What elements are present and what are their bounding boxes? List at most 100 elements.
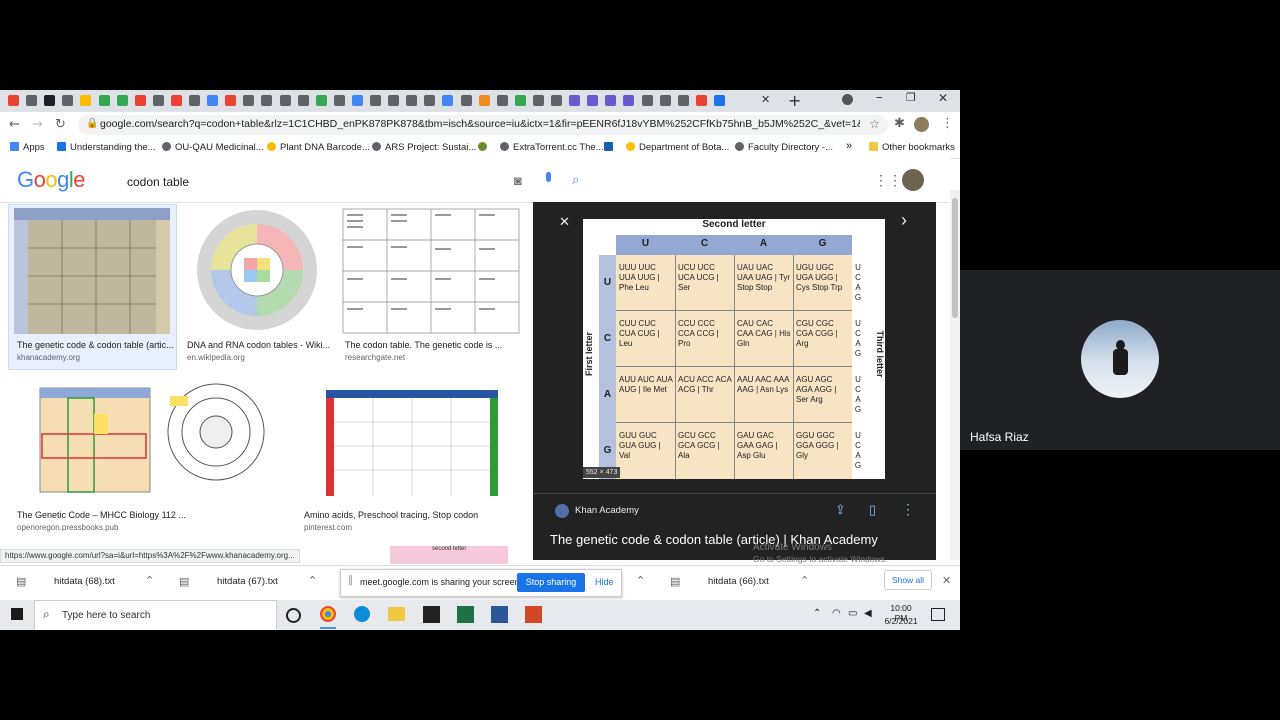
tab-favicon-icon[interactable] [116,95,128,106]
tab-favicon-icon[interactable] [659,95,671,106]
tab-favicon-icon[interactable] [569,95,581,106]
tab-favicon-icon[interactable] [351,95,363,106]
new-tab-button[interactable]: + [788,91,801,110]
taskbar-date[interactable]: 6/2/2021 [883,616,919,626]
tray-chevron-icon[interactable]: ⌃ [813,608,821,619]
stop-sharing-button[interactable]: Stop sharing [517,573,585,592]
tab-favicon-icon[interactable] [442,95,454,106]
notifications-icon[interactable] [931,608,945,621]
windows-start-icon[interactable] [11,608,23,620]
tab-favicon-icon[interactable] [225,95,237,106]
account-avatar[interactable] [902,169,924,191]
preview-next-icon[interactable]: › [901,210,907,231]
tab-favicon-icon[interactable] [152,95,164,106]
bookmark-item[interactable] [478,142,491,153]
omnibox[interactable]: 🔒 google.com/search?q=codon+table&rlz=1C… [78,115,888,135]
profile-avatar[interactable] [914,117,929,132]
preview-title[interactable]: The genetic code & codon table (article)… [550,532,935,547]
tab-favicon-icon[interactable] [677,95,689,106]
back-icon[interactable]: ← [9,117,20,132]
result-thumbnail[interactable] [302,378,520,504]
excel-icon[interactable] [457,606,474,623]
google-apps-icon[interactable]: ⋮⋮ [874,172,902,189]
result-caption[interactable]: Amino acids, Preschool tracing, Stop cod… [304,510,478,520]
bookmark-item[interactable]: Plant DNA Barcode... [267,142,370,153]
tab-favicon-icon[interactable] [370,95,381,106]
preview-source-name[interactable]: Khan Academy [575,505,639,516]
microphone-icon[interactable] [546,172,551,182]
result-thumbnail[interactable] [14,378,287,504]
more-options-icon[interactable]: ⋮ [901,501,915,518]
bookmark-item[interactable]: ARS Project: Sustai... [372,142,476,153]
tab-favicon-icon[interactable] [388,95,400,106]
search-box[interactable]: codon table ◙ ⌕ [114,168,598,196]
tab-favicon-icon[interactable] [134,95,146,106]
tab-favicon-icon[interactable] [605,95,617,106]
file-explorer-icon[interactable] [388,607,405,621]
extensions-icon[interactable]: ✱ [894,116,905,131]
scrollbar-thumb[interactable] [952,198,958,318]
page-scrollbar[interactable] [950,190,960,560]
bookmark-item[interactable]: Department of Bota... [626,142,729,153]
word-icon[interactable] [491,606,508,623]
search-icon[interactable]: ⌕ [572,172,579,188]
tab-favicon-icon[interactable] [8,95,19,106]
window-close-icon[interactable]: ✕ [938,91,948,105]
battery-icon[interactable]: ▭ [848,608,857,619]
tab-favicon-icon[interactable] [406,95,418,106]
result-thumbnail[interactable] [187,208,329,334]
hide-button[interactable]: Hide [595,577,614,587]
bookmark-item[interactable]: ExtraTorrent.cc The... [500,142,604,153]
tab-favicon-icon[interactable] [315,95,327,106]
google-logo[interactable]: Google [17,167,86,193]
chevron-up-icon[interactable]: ⌃ [636,574,645,587]
codon-table-image[interactable]: Second letter First letter Third letter … [583,219,885,479]
tab-favicon-icon[interactable] [62,95,74,106]
tab-favicon-icon[interactable] [424,95,436,106]
tab-favicon-icon[interactable] [587,95,599,106]
drag-handle-icon[interactable]: ∥ [348,575,353,586]
share-icon[interactable]: ⇪ [835,502,846,518]
bookmark-item[interactable]: Faculty Directory -... [735,142,833,153]
tab-favicon-icon[interactable] [261,95,273,106]
result-caption[interactable]: The codon table. The genetic code is ... [345,340,502,350]
bookmark-item[interactable] [604,142,617,153]
result-caption[interactable]: The Genetic Code – MHCC Biology 112 ... [17,510,186,520]
minimize-icon[interactable]: – [876,90,883,105]
tab-favicon-icon[interactable] [460,95,472,106]
result-thumbnail[interactable] [14,208,170,334]
tab-favicon-icon[interactable] [623,95,635,106]
tab-favicon-icon[interactable] [44,95,56,106]
result-thumbnail[interactable] [342,208,520,334]
bookmark-item[interactable]: Understanding the... [57,142,156,153]
result-caption[interactable]: DNA and RNA codon tables - Wiki... [187,340,330,350]
tab-favicon-icon[interactable] [641,95,653,106]
download-item[interactable]: hitdata (67).txt [217,576,278,587]
save-bookmark-icon[interactable]: ▯ [869,502,876,518]
edge-icon[interactable] [354,606,370,622]
tab-favicon-icon[interactable] [713,95,725,106]
close-tab-icon[interactable]: ✕ [761,93,770,106]
bookmark-item[interactable]: OU-QAU Medicinal... [162,142,264,153]
camera-icon[interactable]: ◙ [514,173,522,188]
cortana-icon[interactable] [286,608,301,623]
other-bookmarks[interactable]: Other bookmarks [869,142,955,153]
tab-favicon-icon[interactable] [80,95,92,106]
powerpoint-icon[interactable] [525,606,542,623]
tab-favicon-icon[interactable] [26,95,38,106]
network-icon[interactable]: ◠ [832,608,841,619]
tab-favicon-icon[interactable] [333,95,345,106]
bookmarks-overflow[interactable]: » [846,140,852,152]
tab-favicon-icon[interactable] [207,95,219,106]
search-input[interactable]: codon table [127,175,189,189]
close-downloads-icon[interactable]: ✕ [942,574,951,587]
tab-favicon-icon[interactable] [514,95,526,106]
chevron-up-icon[interactable]: ⌃ [308,574,317,587]
tab-favicon-icon[interactable] [189,95,200,106]
menu-icon[interactable]: ⋮ [941,116,954,131]
tab-favicon-icon[interactable] [243,95,255,106]
volume-icon[interactable]: ◀ [864,608,872,619]
download-item[interactable]: hitdata (68).txt [54,576,115,587]
chevron-up-icon[interactable]: ⌃ [145,574,154,587]
bookmark-apps[interactable]: Apps [10,142,45,153]
